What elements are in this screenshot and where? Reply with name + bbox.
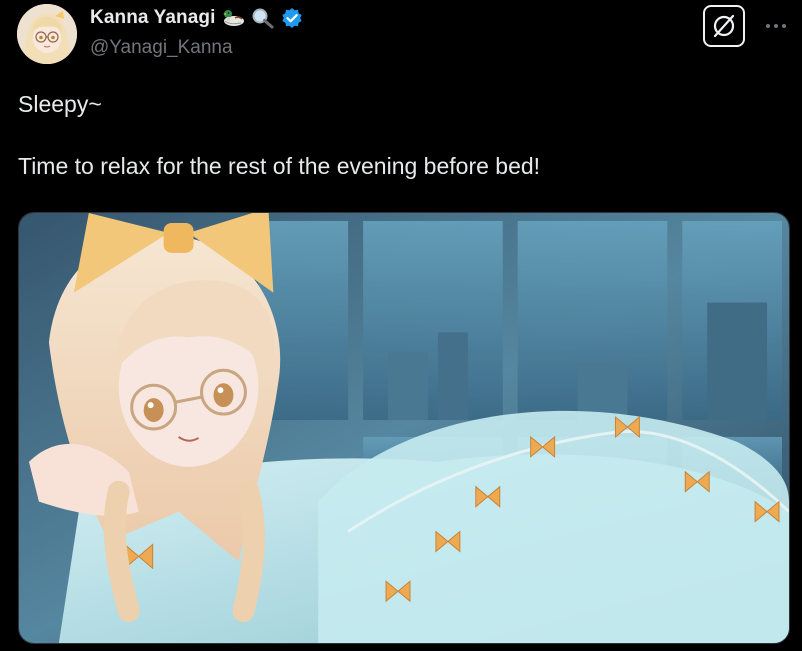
- tweet-media-image[interactable]: [18, 212, 790, 644]
- author-display-name[interactable]: Kanna Yanagi: [90, 7, 215, 29]
- tweet-text-line: Time to relax for the rest of the evenin…: [18, 153, 541, 179]
- author-avatar[interactable]: [17, 4, 77, 64]
- grok-button[interactable]: [703, 5, 745, 47]
- tweet-text: Sleepy~ Time to relax for the rest of th…: [18, 90, 778, 180]
- more-options-button[interactable]: [760, 10, 792, 42]
- author-name-row: Kanna Yanagi: [90, 6, 303, 30]
- author-handle[interactable]: @Yanagi_Kanna: [90, 37, 233, 59]
- tweet-text-line: Sleepy~: [18, 91, 102, 117]
- more-horizontal-icon: [766, 24, 786, 28]
- grok-icon: [713, 14, 735, 38]
- verified-badge-icon[interactable]: [281, 7, 303, 29]
- duck-icon: [221, 7, 245, 29]
- avatar-image: [17, 4, 77, 64]
- magnifier-icon: [251, 7, 275, 29]
- anime-illustration-image: [19, 213, 789, 643]
